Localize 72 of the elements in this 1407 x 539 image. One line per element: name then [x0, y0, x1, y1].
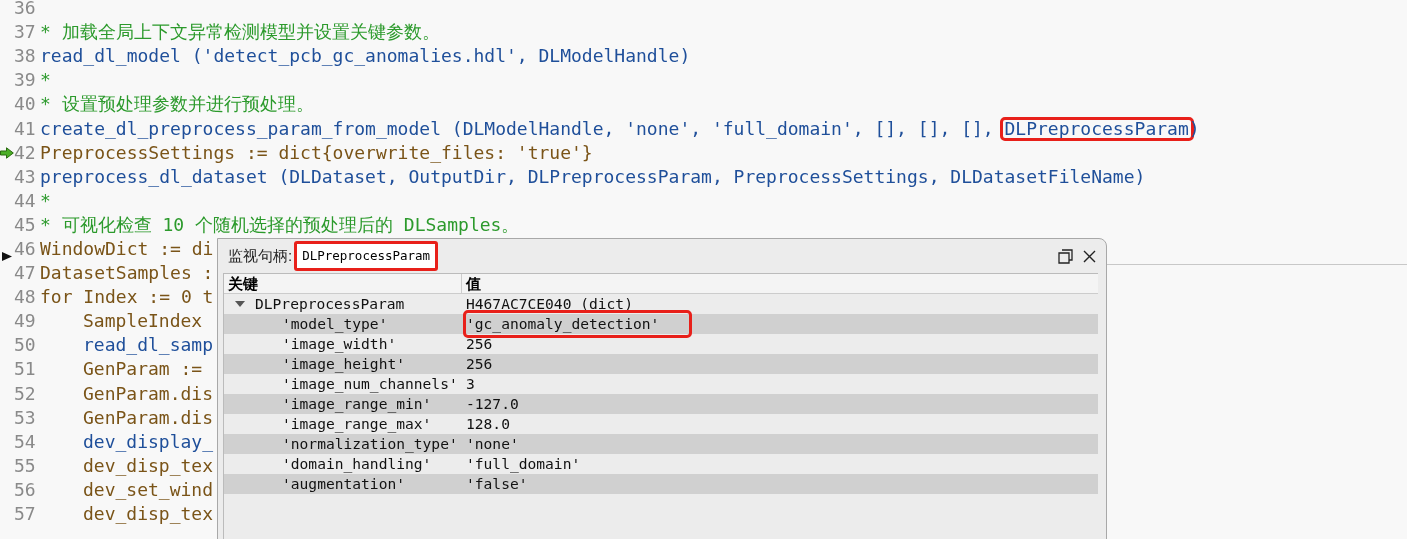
key-cell-text: 'augmentation' — [281, 474, 406, 495]
code-text: dev_disp_tex — [83, 456, 214, 475]
line-number: 49 — [14, 312, 37, 331]
code-text: * 加载全局上下文异常检测模型并设置关键参数。 — [40, 23, 440, 42]
line-number: 53 — [14, 408, 37, 427]
code-text: * — [40, 71, 51, 90]
code-text: GenParam := — [83, 360, 203, 379]
key-cell-text: 'domain_handling' — [281, 454, 433, 475]
value-cell-text: 'none' — [466, 434, 519, 455]
line-number: 40 — [14, 95, 37, 114]
line-number: 47 — [14, 264, 37, 283]
code-text: dev_disp_tex — [83, 505, 214, 523]
key-cell-text: 'model_type' — [281, 314, 389, 335]
line-number: 48 — [14, 288, 37, 307]
key-cell-text: 'image_height' — [281, 354, 406, 375]
value-cell: 'gc_anomaly_detection' — [466, 313, 690, 335]
code-text: DLPreprocessParam — [1002, 119, 1191, 138]
key-cell-text: 'image_range_max' — [281, 414, 433, 435]
line-number: 37 — [14, 23, 37, 42]
value-cell-text: 'full_domain' — [466, 454, 581, 475]
line-number: 46 — [14, 240, 37, 258]
column-header[interactable]: 关键 — [224, 274, 462, 293]
line-number: 38 — [14, 47, 37, 66]
value-cell-text: H467AC7CE040 (dict) — [465, 294, 633, 315]
restore-window-icon[interactable] — [1058, 248, 1073, 264]
code-text: create_dl_preprocess_param_from_model (DLModelHandle, 'none', 'full_domain', [], [], [], — [40, 119, 995, 138]
line-number: 39 — [14, 71, 37, 90]
code-text: preprocess_dl_dataset (DLDataset, OutputDir, DLPreprocessParam, PreprocessSettings, DLDatasetFileName) — [40, 167, 1146, 186]
line-number: 57 — [14, 505, 37, 523]
code-text: * — [40, 191, 51, 210]
key-cell-text: 'image_num_channels' — [281, 374, 459, 395]
close-icon[interactable] — [1083, 249, 1096, 263]
watch-label: 监视句柄: — [228, 245, 293, 266]
code-text: WindowDict := di — [40, 240, 214, 258]
code-text: ) — [1188, 119, 1200, 138]
code-text: GenParam.dis — [83, 408, 214, 427]
line-number: 45 — [14, 215, 37, 234]
line-number: 43 — [14, 167, 37, 186]
line-number: 56 — [14, 480, 37, 499]
code-text: dev_set_wind — [83, 480, 214, 499]
code-text: GenParam.dis — [83, 384, 214, 403]
key-cell-text: 'image_range_min' — [281, 394, 433, 415]
collapse-caret-icon[interactable] — [235, 301, 245, 307]
code-text: read_dl_model ('detect_pcb_gc_anomalies.hdl', DLModelHandle) — [40, 47, 691, 66]
key-cell-text: 'normalization_type' — [281, 434, 459, 455]
line-number: 55 — [14, 456, 37, 475]
line-number: 52 — [14, 384, 37, 403]
line-number: 42 — [14, 143, 37, 162]
key-cell-text: 'image_width' — [281, 334, 398, 355]
code-text: * 可视化检查 10 个随机选择的预处理后的 DLSamples。 — [40, 215, 520, 234]
line-number: 51 — [14, 360, 37, 379]
value-cell-text: 'false' — [466, 474, 528, 495]
code-text: DatasetSamples : — [40, 264, 214, 283]
code-text: SampleIndex — [83, 312, 203, 331]
line-number: 54 — [14, 432, 37, 451]
line-number: 50 — [14, 336, 37, 355]
line-number: 36 — [14, 0, 37, 18]
value-cell-text: 256 — [466, 334, 493, 355]
line-number: 44 — [14, 191, 37, 210]
code-text: * 设置预处理参数并进行预处理。 — [40, 95, 314, 114]
code-text: PreprocessSettings := dict{overwrite_files: 'true'} — [40, 143, 593, 162]
line-number: 41 — [14, 119, 37, 138]
column-header[interactable]: 值 — [462, 274, 485, 293]
code-text: for Index := 0 t — [40, 288, 214, 307]
code-text: dev_display_ — [83, 432, 214, 451]
key-cell-text: DLPreprocessParam — [255, 294, 405, 315]
value-cell-text: -127.0 — [466, 394, 519, 415]
value-cell-text: 128.0 — [466, 414, 510, 435]
handle-field[interactable]: DLPreprocessParam — [294, 240, 439, 272]
code-text: read_dl_samp — [83, 336, 214, 355]
value-cell-text: 3 — [466, 374, 475, 395]
value-cell-text: 256 — [466, 354, 493, 375]
